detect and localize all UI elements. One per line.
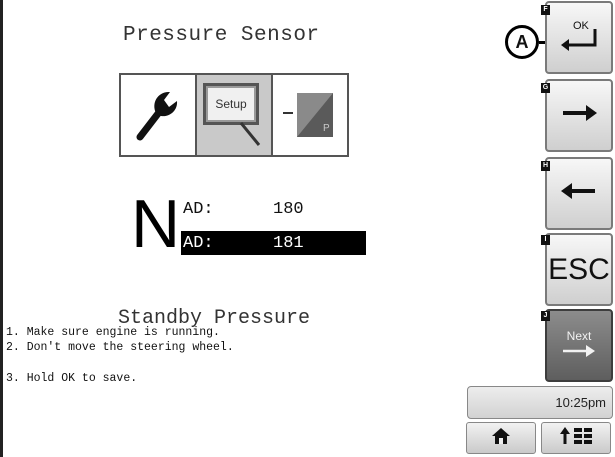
arrow-right-icon — [561, 343, 597, 362]
esc-label: ESC — [548, 252, 610, 286]
right-arrow-button[interactable] — [545, 79, 613, 152]
instruction-step: 2. Don't move the steering wheel. — [6, 341, 234, 354]
home-button[interactable] — [466, 422, 536, 454]
key-letter: J — [541, 311, 550, 321]
ok-button[interactable]: OK — [545, 1, 613, 74]
up-arrow-menu-icon — [559, 426, 593, 450]
key-letter: H — [541, 161, 550, 171]
esc-button[interactable]: ESC — [545, 233, 613, 306]
ad-reading-1: AD: 180 — [181, 197, 366, 221]
left-arrow-button[interactable] — [545, 157, 613, 230]
gear-indicator: N — [131, 186, 181, 262]
ad-value: 181 — [273, 233, 304, 253]
tab-setup[interactable]: Setup — [197, 75, 273, 155]
instruction-step: 1. Make sure engine is running. — [6, 326, 220, 339]
enter-icon: OK — [557, 20, 601, 53]
left-border — [0, 0, 3, 457]
arrow-left-icon — [559, 180, 599, 207]
clock-display: 10:25pm — [467, 386, 613, 419]
wrench-icon — [134, 85, 182, 146]
tab-tools[interactable] — [121, 75, 197, 155]
ad-label: AD: — [183, 233, 214, 253]
page-title: Pressure Sensor — [123, 24, 320, 47]
key-letter: G — [541, 83, 550, 93]
callout-marker: A — [505, 25, 539, 59]
callout-label: A — [515, 31, 529, 52]
mode-tabs: Setup P — [119, 73, 349, 157]
next-button[interactable]: Next — [545, 309, 613, 382]
ad-value: 180 — [273, 199, 304, 219]
ad-label: AD: — [183, 199, 214, 219]
key-letter: I — [541, 235, 550, 245]
setup-icon: Setup — [203, 83, 259, 125]
tab-pressure[interactable]: P — [273, 75, 347, 155]
key-letter: F — [541, 5, 550, 15]
instruction-step: 3. Hold OK to save. — [6, 372, 138, 385]
ad-reading-2: AD: 181 — [181, 231, 366, 255]
pressure-graph-icon: P — [281, 87, 339, 143]
menu-button[interactable] — [541, 422, 611, 454]
arrow-right-icon — [559, 102, 599, 129]
setup-icon-label: Setup — [215, 97, 247, 111]
home-icon — [491, 427, 511, 450]
next-label: Next — [566, 329, 592, 343]
pressure-icon-label: P — [323, 123, 330, 134]
